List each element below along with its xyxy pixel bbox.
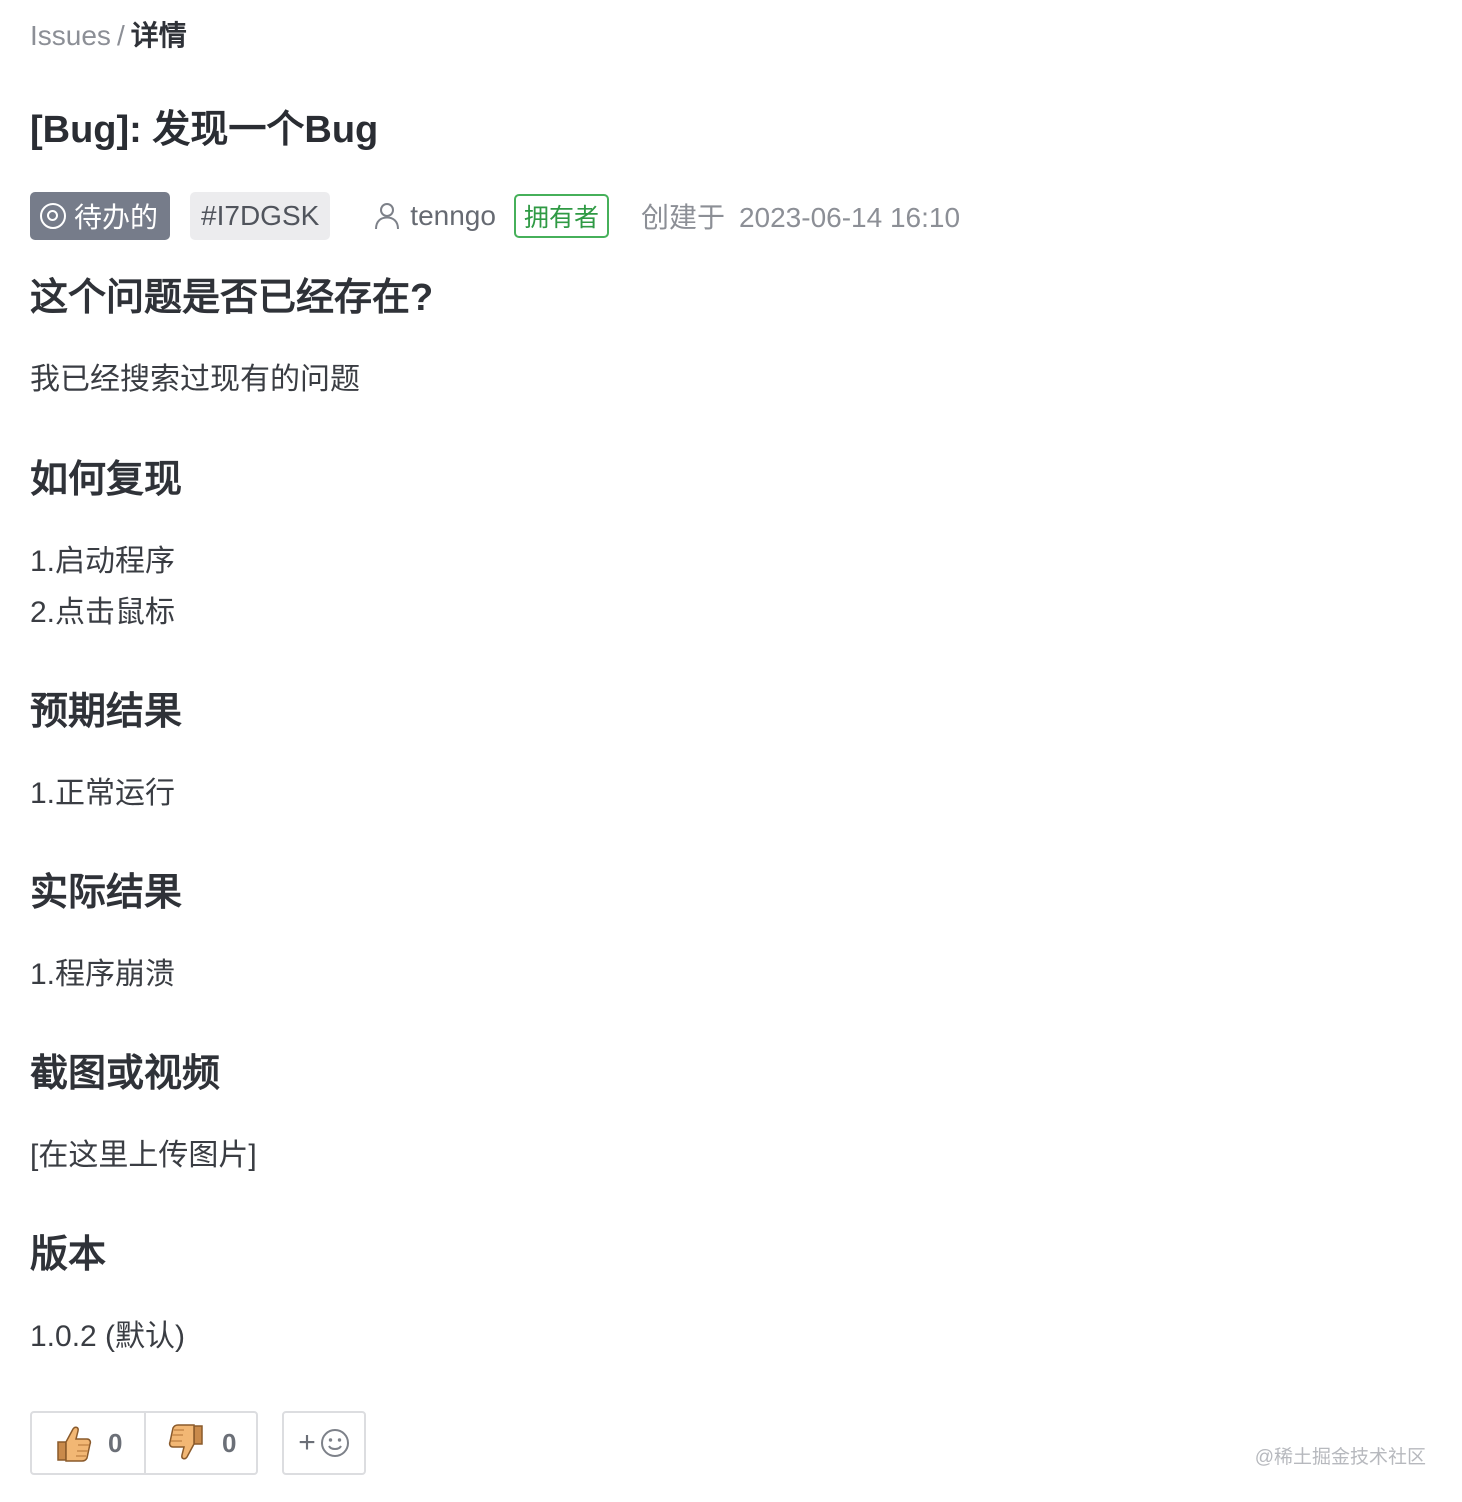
plus-label: + xyxy=(298,1426,316,1459)
section-text-reproduce-1: 1.启动程序 xyxy=(30,545,176,578)
status-badge: 待办的 xyxy=(30,192,171,240)
owner-role-tag: 拥有者 xyxy=(513,194,609,238)
section-heading-expected: 预期结果 xyxy=(30,691,183,733)
add-emoji-icon xyxy=(320,1429,349,1457)
watermark: @稀土掘金技术社区 xyxy=(1254,1447,1426,1468)
section-heading-reproduce: 如何复现 xyxy=(30,459,183,501)
author-link[interactable]: tenngo xyxy=(374,200,496,232)
thumbs-up-count: 0 xyxy=(108,1427,123,1458)
thumbs-down-count: 0 xyxy=(222,1427,237,1458)
open-state-icon xyxy=(40,203,66,229)
thumbs-up-icon xyxy=(57,1426,92,1462)
thumbs-down-button[interactable]: 0 xyxy=(144,1413,256,1473)
created-label: 创建于 xyxy=(640,202,725,233)
created-info: 创建于 2023-06-14 16:10 xyxy=(641,196,960,236)
add-reaction-button[interactable]: + xyxy=(282,1411,366,1475)
section-heading-version: 版本 xyxy=(30,1234,107,1276)
section-text-actual: 1.程序崩溃 xyxy=(30,958,176,991)
thumbs-down-icon xyxy=(168,1424,203,1460)
section-text-reproduce-2: 2.点击鼠标 xyxy=(30,596,176,629)
section-text-version: 1.0.2 (默认) xyxy=(30,1320,186,1353)
author-name: tenngo xyxy=(410,200,496,231)
thumbs-up-button[interactable]: 0 xyxy=(32,1413,144,1473)
issue-title: [Bug]: 发现一个Bug xyxy=(30,109,379,151)
reaction-group: 0 0 xyxy=(30,1411,258,1475)
breadcrumb-current: 详情 xyxy=(130,20,187,51)
user-icon xyxy=(375,203,400,230)
section-text-screenshots: [在这里上传图片] xyxy=(30,1139,257,1172)
created-date: 2023-06-14 16:10 xyxy=(738,202,961,233)
section-heading-actual: 实际结果 xyxy=(30,872,183,914)
breadcrumb-issues-link[interactable]: Issues xyxy=(30,20,111,51)
section-text-exists: 我已经搜索过现有的问题 xyxy=(30,363,360,396)
issue-meta: 待办的 #I7DGSK tenngo 拥有者 创建于 2023-06-14 16:… xyxy=(30,192,960,240)
breadcrumb: Issues / 详情 xyxy=(30,16,187,56)
issue-id-badge[interactable]: #I7DGSK xyxy=(190,192,331,240)
status-badge-label: 待办的 xyxy=(74,202,159,233)
section-heading-screenshots: 截图或视频 xyxy=(30,1053,221,1095)
breadcrumb-separator: / xyxy=(116,20,125,51)
reactions-bar: 0 0 + xyxy=(30,1411,366,1475)
section-heading-exists: 这个问题是否已经存在? xyxy=(30,277,434,319)
section-text-expected: 1.正常运行 xyxy=(30,777,176,810)
